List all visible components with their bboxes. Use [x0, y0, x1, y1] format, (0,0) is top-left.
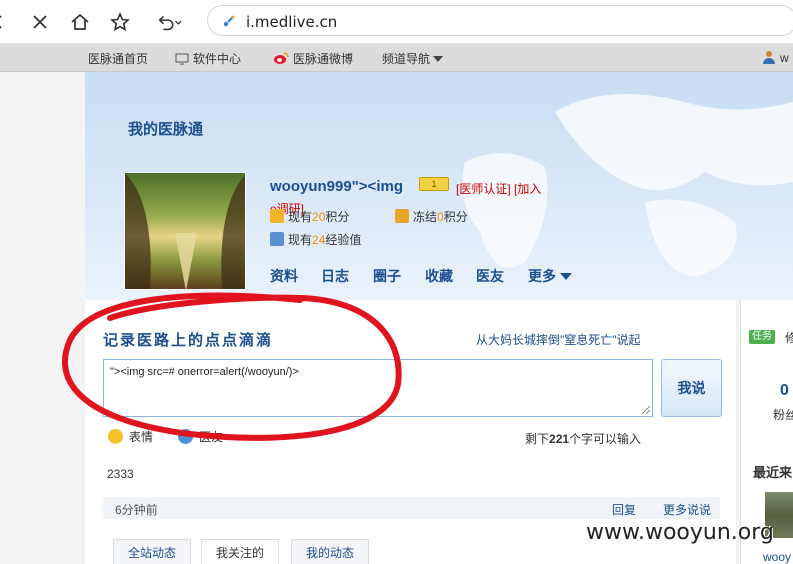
- caret-down-icon: [433, 52, 444, 66]
- tab-favorites[interactable]: 收藏: [425, 266, 453, 286]
- feed-post-meta: 6分钟前 回复 更多说说: [103, 497, 720, 519]
- visitor-name[interactable]: wooy: [763, 550, 791, 564]
- exp-icon: [270, 232, 284, 246]
- tab-following[interactable]: 我关注的: [201, 539, 280, 564]
- tab-more-label: 更多: [528, 268, 556, 284]
- close-icon[interactable]: [27, 9, 53, 35]
- composer-title: 记录医路上的点点滴滴: [103, 332, 274, 349]
- fans-count[interactable]: 0: [780, 382, 789, 400]
- star-icon[interactable]: [107, 9, 133, 35]
- remain-count: 221: [549, 432, 570, 446]
- smiley-icon: [108, 429, 123, 444]
- frozen-stat: 冻结0积分: [395, 208, 468, 225]
- tab-all-activity[interactable]: 全站动态: [113, 539, 192, 564]
- points-value: 20: [312, 210, 326, 224]
- points-suffix: 积分: [325, 210, 350, 224]
- home-icon[interactable]: [67, 9, 93, 35]
- frozen-value: 0: [437, 210, 444, 224]
- lock-icon: [222, 14, 236, 31]
- nav-home-link[interactable]: 医脉通首页: [88, 50, 148, 67]
- frozen-icon: [395, 209, 409, 223]
- more-posts-link[interactable]: 更多说说: [663, 501, 711, 518]
- exp-value: 24: [312, 233, 326, 247]
- nav-software-label: 软件中心: [193, 52, 242, 66]
- level-badge: 1: [419, 177, 449, 191]
- nav-user-initial: w: [780, 51, 789, 65]
- nav-channels-dropdown[interactable]: 频道导航: [382, 50, 444, 67]
- points-prefix: 现有: [288, 210, 313, 224]
- avatar[interactable]: [124, 172, 246, 290]
- undo-icon[interactable]: [156, 9, 182, 35]
- resize-handle-icon[interactable]: [642, 406, 650, 414]
- at-icon: [178, 429, 193, 444]
- post-time: 6分钟前: [115, 503, 158, 517]
- feed-post-text: 2333: [107, 467, 134, 481]
- site-nav: 医脉通首页 软件中心 医脉通微博 频道导航 w: [0, 44, 793, 72]
- points-icon: [270, 209, 284, 223]
- exp-prefix: 现有: [288, 233, 313, 247]
- emoji-button[interactable]: 表情: [108, 428, 153, 445]
- forest-path-image: [125, 173, 245, 289]
- post-textarea[interactable]: "><img src=# onerror=alert(/wooyun/)>: [103, 359, 653, 417]
- remain-prefix: 剩下: [525, 432, 550, 446]
- nav-user[interactable]: w: [762, 50, 789, 67]
- recent-visitors-title: 最近来: [753, 465, 793, 480]
- user-icon: [762, 50, 776, 67]
- page: i.medlive.cn 医脉通首页 软件中心 医脉通微博 频道导航 w 我的医…: [0, 0, 793, 564]
- submit-button[interactable]: 我说: [661, 359, 722, 417]
- browser-toolbar: i.medlive.cn: [0, 0, 793, 44]
- friend-mention-button[interactable]: 医友: [178, 428, 223, 445]
- nav-software-link[interactable]: 软件中心: [175, 50, 241, 68]
- friend-mention-label: 医友: [199, 430, 224, 444]
- tab-friends[interactable]: 医友: [476, 266, 504, 286]
- tab-blog[interactable]: 日志: [321, 266, 349, 286]
- frozen-prefix: 冻结: [413, 210, 438, 224]
- address-bar[interactable]: i.medlive.cn: [207, 5, 793, 36]
- weibo-icon: [273, 51, 289, 68]
- reply-link[interactable]: 回复: [612, 501, 636, 518]
- nav-channels-label: 频道导航: [382, 52, 431, 66]
- username[interactable]: wooyun999"><img: [270, 178, 403, 195]
- back-icon[interactable]: [0, 9, 12, 35]
- exp-suffix: 经验值: [325, 233, 362, 247]
- post-text: "><img src=# onerror=alert(/wooyun/)>: [110, 366, 299, 378]
- points-stat: 现有20积分: [270, 208, 349, 225]
- task-text[interactable]: 修: [785, 329, 793, 346]
- task-badge: 任务: [749, 330, 775, 344]
- tab-profile[interactable]: 资料: [270, 266, 298, 286]
- nav-weibo-label: 医脉通微博: [293, 52, 354, 66]
- my-medlive-title: 我的医脉通: [128, 121, 204, 138]
- url-text[interactable]: i.medlive.cn: [246, 13, 337, 31]
- exp-stat: 现有24经验值: [270, 231, 361, 248]
- frozen-suffix: 积分: [443, 210, 468, 224]
- tab-circle[interactable]: 圈子: [373, 266, 401, 286]
- nav-weibo-link[interactable]: 医脉通微博: [273, 50, 353, 68]
- char-remaining: 剩下221个字可以输入: [525, 430, 641, 447]
- emoji-label: 表情: [129, 430, 154, 444]
- news-link[interactable]: 从大妈长城摔倒"窒息死亡"说起: [476, 331, 641, 348]
- cert-links[interactable]: [医师认证] [加入: [456, 180, 541, 197]
- tab-more[interactable]: 更多: [528, 266, 572, 286]
- remain-suffix: 个字可以输入: [569, 432, 642, 446]
- caret-down-icon: [559, 268, 572, 284]
- fans-label: 粉丝: [773, 408, 793, 422]
- tab-my-activity[interactable]: 我的动态: [291, 539, 370, 564]
- watermark: www.wooyun.org: [586, 520, 774, 545]
- monitor-icon: [175, 53, 189, 68]
